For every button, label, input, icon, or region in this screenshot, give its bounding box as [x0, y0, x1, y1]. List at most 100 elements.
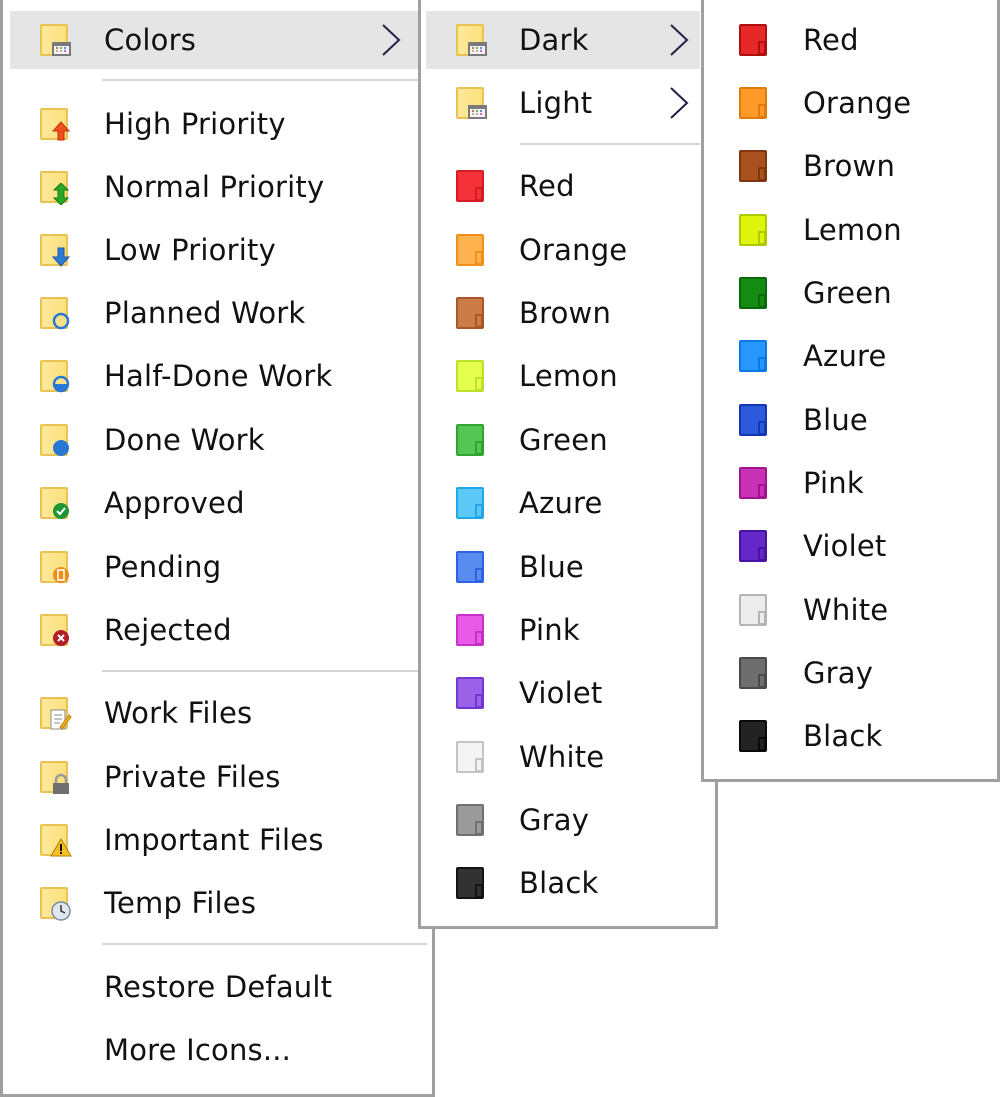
light-black-folder-icon — [454, 865, 488, 901]
temp-files-icon — [38, 885, 72, 921]
menu-item-dark-white[interactable]: White — [709, 581, 992, 639]
menu-item-important-files[interactable]: Important Files — [10, 811, 428, 869]
colors-folder-icon — [454, 85, 488, 121]
menu-item-dark-violet[interactable]: Violet — [709, 517, 992, 575]
menu-item-dark-blue[interactable]: Blue — [709, 391, 992, 449]
dark-gray-folder-icon — [737, 655, 771, 691]
menu-item-dark-lemon[interactable]: Lemon — [709, 201, 992, 259]
menu-item-planned-work[interactable]: Planned Work — [10, 284, 428, 342]
menu-item-dark-green[interactable]: Green — [709, 264, 992, 322]
menu-item-light-red[interactable]: Red — [426, 157, 710, 215]
menu-item-label: Azure — [803, 339, 887, 373]
menu-item-label: Private Files — [104, 760, 281, 794]
menu-item-label: Work Files — [104, 696, 253, 730]
planned-work-icon — [38, 295, 72, 331]
menu-item-label: Lemon — [519, 359, 618, 393]
chevron-right-icon — [670, 87, 689, 119]
menu-item-dark-brown[interactable]: Brown — [709, 137, 992, 195]
menu-item-label: Rejected — [104, 613, 232, 647]
menu-item-label: Green — [803, 276, 892, 310]
menu-item-label: Azure — [519, 486, 603, 520]
menu-item-low-priority[interactable]: Low Priority — [10, 221, 428, 279]
rejected-icon — [38, 612, 72, 648]
light-green-folder-icon — [454, 422, 488, 458]
menu-item-light-azure[interactable]: Azure — [426, 474, 710, 532]
dark-pink-folder-icon — [737, 465, 771, 501]
menu-item-dark-black[interactable]: Black — [709, 707, 992, 765]
menu-item-label: Done Work — [104, 423, 265, 457]
menu-item-label: Temp Files — [104, 886, 257, 920]
menu-item-colors[interactable]: Colors — [10, 11, 432, 69]
menu-item-label: Restore Default — [104, 970, 333, 1004]
menu-item-label: Gray — [803, 656, 874, 690]
chevron-right-icon — [670, 24, 689, 56]
menu-item-done-work[interactable]: Done Work — [10, 411, 428, 469]
light-blue-folder-icon — [454, 549, 488, 585]
menu-item-light-lemon[interactable]: Lemon — [426, 347, 710, 405]
menu-item-label: Pink — [803, 466, 864, 500]
colors-submenu: Dark Light Red Orange Brown Lemon Green Azure Bl… — [418, 0, 718, 929]
menu-item-dark-gray[interactable]: Gray — [709, 644, 992, 702]
menu-item-light-green[interactable]: Green — [426, 411, 710, 469]
dark-white-folder-icon — [737, 592, 771, 628]
dark-violet-folder-icon — [737, 528, 771, 564]
menu-item-more-icons[interactable]: More Icons... — [10, 1021, 428, 1079]
important-files-icon — [38, 822, 72, 858]
menu-item-approved[interactable]: Approved — [10, 474, 428, 532]
light-orange-folder-icon — [454, 232, 488, 268]
menu-item-light-pink[interactable]: Pink — [426, 601, 710, 659]
menu-item-dark-pink[interactable]: Pink — [709, 454, 992, 512]
menu-item-light-orange[interactable]: Orange — [426, 221, 710, 279]
menu-item-label: Dark — [519, 23, 589, 57]
normal-priority-icon — [38, 169, 72, 205]
menu-item-dark[interactable]: Dark — [426, 11, 700, 69]
colors-folder-icon — [454, 22, 488, 58]
menu-item-light-brown[interactable]: Brown — [426, 284, 710, 342]
menu-item-restore-default[interactable]: Restore Default — [10, 958, 428, 1016]
menu-item-label: Lemon — [803, 213, 902, 247]
menu-separator — [520, 143, 700, 145]
menu-item-label: Pending — [104, 550, 222, 584]
menu-item-dark-orange[interactable]: Orange — [709, 74, 992, 132]
menu-item-label: Red — [519, 169, 575, 203]
menu-item-work-files[interactable]: Work Files — [10, 684, 428, 742]
light-lemon-folder-icon — [454, 358, 488, 394]
menu-item-light[interactable]: Light — [426, 74, 700, 132]
light-gray-folder-icon — [454, 802, 488, 838]
menu-item-label: Blue — [519, 550, 584, 584]
dark-blue-folder-icon — [737, 402, 771, 438]
menu-item-high-priority[interactable]: High Priority — [10, 95, 428, 153]
menu-item-dark-azure[interactable]: Azure — [709, 327, 992, 385]
menu-item-private-files[interactable]: Private Files — [10, 748, 428, 806]
menu-item-label: Black — [803, 719, 883, 753]
menu-item-label: Orange — [519, 233, 628, 267]
colors-folder-icon — [38, 22, 72, 58]
menu-item-label: Light — [519, 86, 593, 120]
menu-item-label: Low Priority — [104, 233, 276, 267]
menu-item-light-black[interactable]: Black — [426, 854, 710, 912]
menu-item-label: High Priority — [104, 107, 286, 141]
light-azure-folder-icon — [454, 485, 488, 521]
menu-item-label: Blue — [803, 403, 868, 437]
menu-item-label: Pink — [519, 613, 580, 647]
menu-item-label: Brown — [803, 149, 896, 183]
menu-item-normal-priority[interactable]: Normal Priority — [10, 158, 428, 216]
menu-item-light-gray[interactable]: Gray — [426, 791, 710, 849]
menu-item-label: White — [519, 740, 605, 774]
high-priority-icon — [38, 106, 72, 142]
menu-item-light-violet[interactable]: Violet — [426, 664, 710, 722]
dark-brown-folder-icon — [737, 148, 771, 184]
menu-item-half-done-work[interactable]: Half-Done Work — [10, 347, 428, 405]
menu-item-light-white[interactable]: White — [426, 728, 710, 786]
menu-item-label: Important Files — [104, 823, 324, 857]
half-done-work-icon — [38, 358, 72, 394]
dark-red-folder-icon — [737, 22, 771, 58]
menu-item-rejected[interactable]: Rejected — [10, 601, 428, 659]
menu-separator — [102, 943, 427, 945]
menu-item-pending[interactable]: Pending — [10, 538, 428, 596]
menu-item-label: Half-Done Work — [104, 359, 333, 393]
menu-item-dark-red[interactable]: Red — [709, 11, 992, 69]
menu-item-label: Colors — [104, 23, 197, 57]
menu-item-temp-files[interactable]: Temp Files — [10, 874, 428, 932]
menu-item-light-blue[interactable]: Blue — [426, 538, 710, 596]
